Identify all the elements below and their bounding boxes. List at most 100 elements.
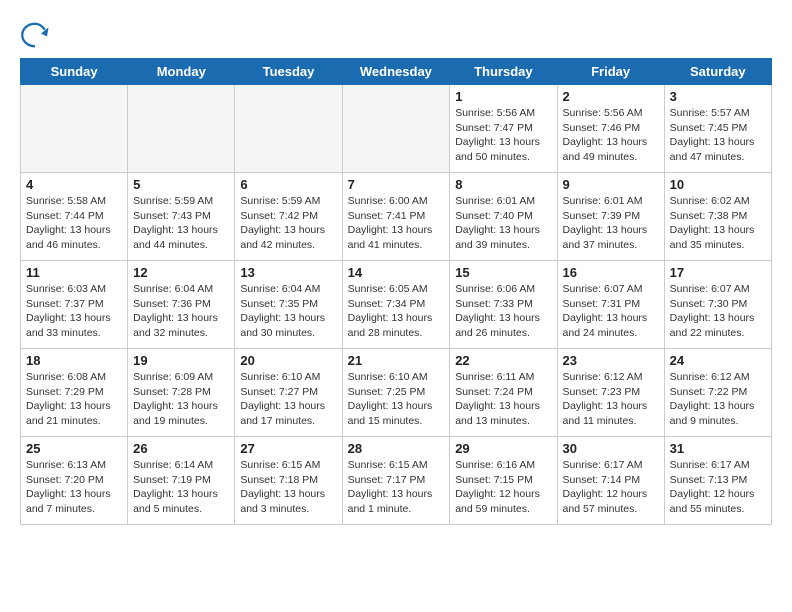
calendar-day-header: Thursday (450, 59, 557, 85)
day-info: Sunrise: 6:04 AM Sunset: 7:35 PM Dayligh… (240, 282, 336, 341)
calendar-week-row: 4 Sunrise: 5:58 AM Sunset: 7:44 PM Daylig… (21, 173, 772, 261)
day-number: 19 (133, 353, 229, 368)
calendar-cell: 30 Sunrise: 6:17 AM Sunset: 7:14 PM Dayli… (557, 437, 664, 525)
day-info: Sunrise: 6:15 AM Sunset: 7:17 PM Dayligh… (348, 458, 445, 517)
day-number: 26 (133, 441, 229, 456)
calendar-day-header: Sunday (21, 59, 128, 85)
calendar-day-header: Monday (128, 59, 235, 85)
day-number: 11 (26, 265, 122, 280)
calendar-cell (235, 85, 342, 173)
calendar-week-row: 25 Sunrise: 6:13 AM Sunset: 7:20 PM Dayli… (21, 437, 772, 525)
calendar-cell: 29 Sunrise: 6:16 AM Sunset: 7:15 PM Dayli… (450, 437, 557, 525)
calendar-cell: 10 Sunrise: 6:02 AM Sunset: 7:38 PM Dayli… (664, 173, 771, 261)
calendar-day-header: Saturday (664, 59, 771, 85)
day-number: 16 (563, 265, 659, 280)
day-number: 10 (670, 177, 766, 192)
day-info: Sunrise: 6:12 AM Sunset: 7:22 PM Dayligh… (670, 370, 766, 429)
day-info: Sunrise: 6:09 AM Sunset: 7:28 PM Dayligh… (133, 370, 229, 429)
calendar-cell: 26 Sunrise: 6:14 AM Sunset: 7:19 PM Dayli… (128, 437, 235, 525)
day-number: 15 (455, 265, 551, 280)
day-number: 28 (348, 441, 445, 456)
day-number: 20 (240, 353, 336, 368)
day-info: Sunrise: 6:13 AM Sunset: 7:20 PM Dayligh… (26, 458, 122, 517)
day-number: 5 (133, 177, 229, 192)
day-number: 6 (240, 177, 336, 192)
day-number: 9 (563, 177, 659, 192)
calendar-cell: 17 Sunrise: 6:07 AM Sunset: 7:30 PM Dayli… (664, 261, 771, 349)
day-number: 12 (133, 265, 229, 280)
calendar-week-row: 18 Sunrise: 6:08 AM Sunset: 7:29 PM Dayli… (21, 349, 772, 437)
calendar-day-header: Friday (557, 59, 664, 85)
calendar-cell: 31 Sunrise: 6:17 AM Sunset: 7:13 PM Dayli… (664, 437, 771, 525)
logo (20, 20, 54, 50)
day-info: Sunrise: 6:16 AM Sunset: 7:15 PM Dayligh… (455, 458, 551, 517)
calendar-cell: 24 Sunrise: 6:12 AM Sunset: 7:22 PM Dayli… (664, 349, 771, 437)
calendar-week-row: 1 Sunrise: 5:56 AM Sunset: 7:47 PM Daylig… (21, 85, 772, 173)
day-number: 31 (670, 441, 766, 456)
day-info: Sunrise: 6:02 AM Sunset: 7:38 PM Dayligh… (670, 194, 766, 253)
day-number: 27 (240, 441, 336, 456)
day-info: Sunrise: 5:56 AM Sunset: 7:47 PM Dayligh… (455, 106, 551, 165)
day-number: 18 (26, 353, 122, 368)
day-number: 3 (670, 89, 766, 104)
day-info: Sunrise: 6:14 AM Sunset: 7:19 PM Dayligh… (133, 458, 229, 517)
day-number: 29 (455, 441, 551, 456)
day-info: Sunrise: 5:56 AM Sunset: 7:46 PM Dayligh… (563, 106, 659, 165)
day-info: Sunrise: 6:17 AM Sunset: 7:14 PM Dayligh… (563, 458, 659, 517)
calendar-table: SundayMondayTuesdayWednesdayThursdayFrid… (20, 58, 772, 525)
day-number: 1 (455, 89, 551, 104)
calendar-cell: 14 Sunrise: 6:05 AM Sunset: 7:34 PM Dayli… (342, 261, 450, 349)
calendar-cell: 27Sunrise: 6:15 AM Sunset: 7:18 PM Dayli… (235, 437, 342, 525)
calendar-cell: 13 Sunrise: 6:04 AM Sunset: 7:35 PM Dayli… (235, 261, 342, 349)
calendar-cell: 5 Sunrise: 5:59 AM Sunset: 7:43 PM Daylig… (128, 173, 235, 261)
calendar-day-header: Wednesday (342, 59, 450, 85)
day-info: Sunrise: 5:58 AM Sunset: 7:44 PM Dayligh… (26, 194, 122, 253)
day-number: 2 (563, 89, 659, 104)
calendar-cell: 3Sunrise: 5:57 AM Sunset: 7:45 PM Daylig… (664, 85, 771, 173)
calendar-header-row: SundayMondayTuesdayWednesdayThursdayFrid… (21, 59, 772, 85)
calendar-cell: 22Sunrise: 6:11 AM Sunset: 7:24 PM Dayli… (450, 349, 557, 437)
day-number: 7 (348, 177, 445, 192)
day-number: 22 (455, 353, 551, 368)
day-info: Sunrise: 6:00 AM Sunset: 7:41 PM Dayligh… (348, 194, 445, 253)
calendar-cell: 6Sunrise: 5:59 AM Sunset: 7:42 PM Daylig… (235, 173, 342, 261)
day-info: Sunrise: 5:59 AM Sunset: 7:43 PM Dayligh… (133, 194, 229, 253)
calendar-cell: 23 Sunrise: 6:12 AM Sunset: 7:23 PM Dayli… (557, 349, 664, 437)
calendar-cell: 11Sunrise: 6:03 AM Sunset: 7:37 PM Dayli… (21, 261, 128, 349)
day-number: 4 (26, 177, 122, 192)
day-number: 17 (670, 265, 766, 280)
day-info: Sunrise: 6:07 AM Sunset: 7:31 PM Dayligh… (563, 282, 659, 341)
day-number: 21 (348, 353, 445, 368)
calendar-cell: 21 Sunrise: 6:10 AM Sunset: 7:25 PM Dayli… (342, 349, 450, 437)
day-info: Sunrise: 6:01 AM Sunset: 7:40 PM Dayligh… (455, 194, 551, 253)
day-info: Sunrise: 6:01 AM Sunset: 7:39 PM Dayligh… (563, 194, 659, 253)
day-number: 23 (563, 353, 659, 368)
calendar-cell: 18 Sunrise: 6:08 AM Sunset: 7:29 PM Dayli… (21, 349, 128, 437)
calendar-cell (128, 85, 235, 173)
calendar-cell: 19 Sunrise: 6:09 AM Sunset: 7:28 PM Dayli… (128, 349, 235, 437)
calendar-cell: 9 Sunrise: 6:01 AM Sunset: 7:39 PM Daylig… (557, 173, 664, 261)
calendar-cell (342, 85, 450, 173)
calendar-cell: 12Sunrise: 6:04 AM Sunset: 7:36 PM Dayli… (128, 261, 235, 349)
day-info: Sunrise: 6:05 AM Sunset: 7:34 PM Dayligh… (348, 282, 445, 341)
day-info: Sunrise: 6:10 AM Sunset: 7:25 PM Dayligh… (348, 370, 445, 429)
day-info: Sunrise: 6:08 AM Sunset: 7:29 PM Dayligh… (26, 370, 122, 429)
day-info: Sunrise: 6:17 AM Sunset: 7:13 PM Dayligh… (670, 458, 766, 517)
header (20, 20, 772, 50)
calendar-cell: 2 Sunrise: 5:56 AM Sunset: 7:46 PM Daylig… (557, 85, 664, 173)
day-number: 14 (348, 265, 445, 280)
calendar-week-row: 11Sunrise: 6:03 AM Sunset: 7:37 PM Dayli… (21, 261, 772, 349)
day-number: 30 (563, 441, 659, 456)
day-number: 25 (26, 441, 122, 456)
calendar-cell: 28 Sunrise: 6:15 AM Sunset: 7:17 PM Dayli… (342, 437, 450, 525)
day-number: 13 (240, 265, 336, 280)
day-info: Sunrise: 6:12 AM Sunset: 7:23 PM Dayligh… (563, 370, 659, 429)
calendar-cell: 8 Sunrise: 6:01 AM Sunset: 7:40 PM Daylig… (450, 173, 557, 261)
day-number: 24 (670, 353, 766, 368)
calendar-day-header: Tuesday (235, 59, 342, 85)
calendar-cell: 7 Sunrise: 6:00 AM Sunset: 7:41 PM Daylig… (342, 173, 450, 261)
day-info: Sunrise: 6:07 AM Sunset: 7:30 PM Dayligh… (670, 282, 766, 341)
calendar-cell: 1 Sunrise: 5:56 AM Sunset: 7:47 PM Daylig… (450, 85, 557, 173)
day-number: 8 (455, 177, 551, 192)
calendar-cell: 4 Sunrise: 5:58 AM Sunset: 7:44 PM Daylig… (21, 173, 128, 261)
